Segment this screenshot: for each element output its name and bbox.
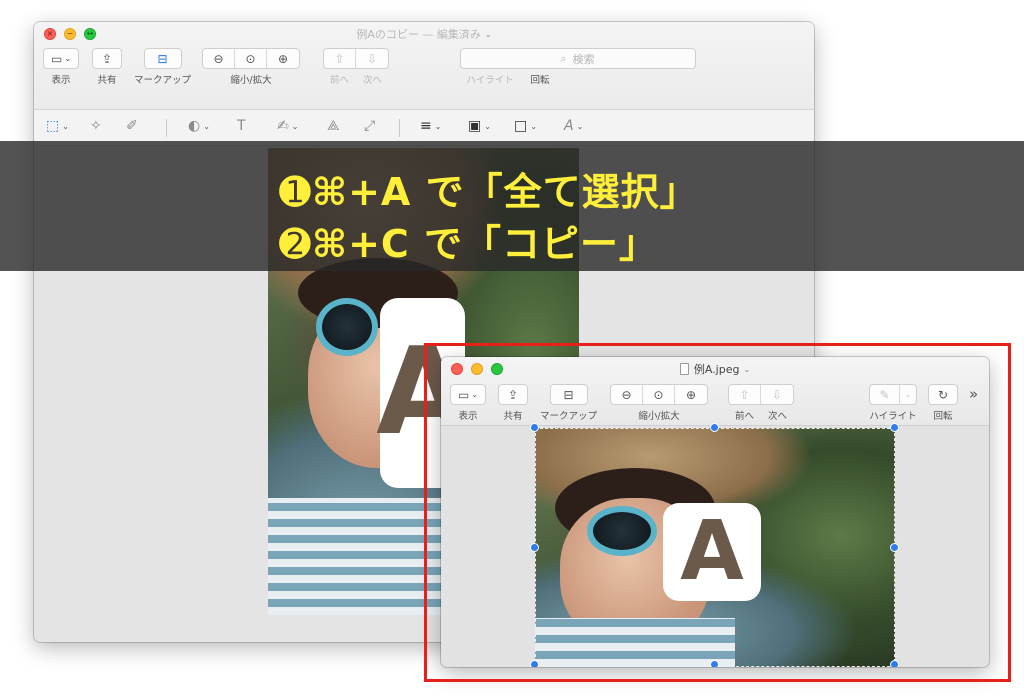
line-style-tool[interactable]: ≡ ⌄ <box>420 118 441 134</box>
chevron-down-icon: ⌄ <box>291 121 299 131</box>
chevron-down-icon: ⌄ <box>62 121 69 131</box>
instant-alpha-tool[interactable]: ✧ <box>90 118 102 134</box>
chevron-down-icon: ⌄ <box>530 121 537 131</box>
instruction-line-2: ➋⌘+C で「コピー」 <box>279 222 659 266</box>
zoom-label: 縮小/拡大 <box>230 75 272 86</box>
sunglasses-lens <box>316 298 378 356</box>
instruction-line-1: ➊⌘+A で「全て選択」 <box>279 170 699 214</box>
fullscreen-icon: ↔ <box>86 29 94 38</box>
prev-label: 前へ <box>329 75 349 86</box>
traffic-lights: × − ↔ <box>44 28 96 40</box>
chevron-down-icon: ⌄ <box>64 54 72 63</box>
page-nav-segmented-control: ⇧ ⇩ <box>323 48 389 69</box>
back-window-titlebar: 例Aのコピー — 編集済み ⌄ <box>34 22 814 46</box>
prev-page-icon[interactable]: ⇧ <box>324 49 356 68</box>
zoom-out-icon[interactable]: ⊖ <box>203 49 235 68</box>
sign-tool[interactable]: ✍ ⌄ <box>277 118 298 134</box>
shapes-tool[interactable]: ◐ ⌄ <box>188 118 210 134</box>
chevron-down-icon: ⌄ <box>576 121 584 131</box>
text-style-tool[interactable]: A ⌄ <box>564 118 583 134</box>
zoom-tool: ⊖ ⊙ ⊕ 縮小/拡大 <box>202 48 300 86</box>
chevron-down-icon: ⌄ <box>484 121 491 131</box>
fill-color-icon: □ <box>514 118 528 134</box>
border-color-tool[interactable]: ▣ ⌄ <box>468 118 491 134</box>
share-icon: ⇪ <box>101 51 113 66</box>
zoom-segmented-control: ⊖ ⊙ ⊕ <box>202 48 300 69</box>
page-nav-labels: 前へ 次へ <box>330 69 382 86</box>
close-icon: × <box>46 29 54 38</box>
divider <box>166 119 167 137</box>
search-placeholder: 検索 <box>572 52 595 66</box>
zoom-fit-icon[interactable]: ⊙ <box>235 49 267 68</box>
search-tool: ⌕ 検索 検索 <box>459 48 696 69</box>
border-color-icon: ▣ <box>468 118 482 134</box>
text-box-icon: T <box>237 118 246 134</box>
search-icon: ⌕ <box>560 51 567 65</box>
markup-tool: ⊟ マークアップ <box>134 48 191 86</box>
signature-icon: ✍ <box>277 118 289 134</box>
adjust-size-tool[interactable]: ⤢ <box>364 118 375 134</box>
chevron-down-icon[interactable]: ⌄ <box>485 30 492 39</box>
page-nav-tool: ⇧ ⇩ 前へ 次へ <box>323 48 389 86</box>
share-button[interactable]: ⇪ <box>92 48 122 69</box>
view-button[interactable]: ▭ ⌄ <box>43 48 79 69</box>
instruction-banner: ➊⌘+A で「全て選択」 ➋⌘+C で「コピー」 <box>0 141 1024 271</box>
close-button[interactable]: × <box>44 28 56 40</box>
zoom-button[interactable]: ↔ <box>84 28 96 40</box>
text-tool[interactable]: T <box>237 118 246 134</box>
chevron-down-icon: ⌄ <box>203 121 210 131</box>
sidebar-icon: ▭ <box>50 51 63 66</box>
adjust-color-tool[interactable]: ⟁ <box>327 118 340 134</box>
back-window-title: 例Aのコピー — 編集済み <box>356 28 481 41</box>
resize-icon: ⤢ <box>364 118 376 134</box>
font-icon: A <box>564 118 574 134</box>
next-page-icon[interactable]: ⇩ <box>356 49 388 68</box>
sketch-icon: ✐ <box>126 118 138 134</box>
share-tool: ⇪ 共有 <box>92 48 122 86</box>
adjust-color-icon: ⟁ <box>327 118 340 134</box>
line-style-icon: ≡ <box>420 118 432 134</box>
sketch-tool[interactable]: ✐ <box>126 118 138 134</box>
fill-color-tool[interactable]: □ ⌄ <box>514 118 537 134</box>
shapes-icon: ◐ <box>188 118 201 134</box>
highlight-frame <box>424 343 1011 682</box>
next-label: 次へ <box>363 75 383 86</box>
zoom-in-icon[interactable]: ⊕ <box>267 49 299 68</box>
magic-wand-icon: ✧ <box>90 118 102 134</box>
minimize-icon: − <box>66 29 74 38</box>
search-field[interactable]: ⌕ 検索 <box>459 48 696 69</box>
markup-label: マークアップ <box>134 75 192 86</box>
divider <box>399 119 400 137</box>
minimize-button[interactable]: − <box>64 28 76 40</box>
share-label: 共有 <box>97 75 117 86</box>
back-window-chrome: 例Aのコピー — 編集済み ⌄ × − ↔ ▭ ⌄ 表示 ⇪ 共有 ⊟ マークア… <box>34 22 814 110</box>
markup-button[interactable]: ⊟ <box>143 48 182 69</box>
chevron-down-icon: ⌄ <box>434 121 442 131</box>
toolbox-icon: ⊟ <box>157 51 168 66</box>
view-label: 表示 <box>51 75 71 86</box>
rect-select-tool[interactable]: ⬚ ⌄ <box>46 118 69 134</box>
highlight-label: ハイライト <box>466 75 514 86</box>
rotate-label: 回転 <box>530 75 550 86</box>
view-tool: ▭ ⌄ 表示 <box>43 48 79 86</box>
selection-icon: ⬚ <box>46 118 60 134</box>
